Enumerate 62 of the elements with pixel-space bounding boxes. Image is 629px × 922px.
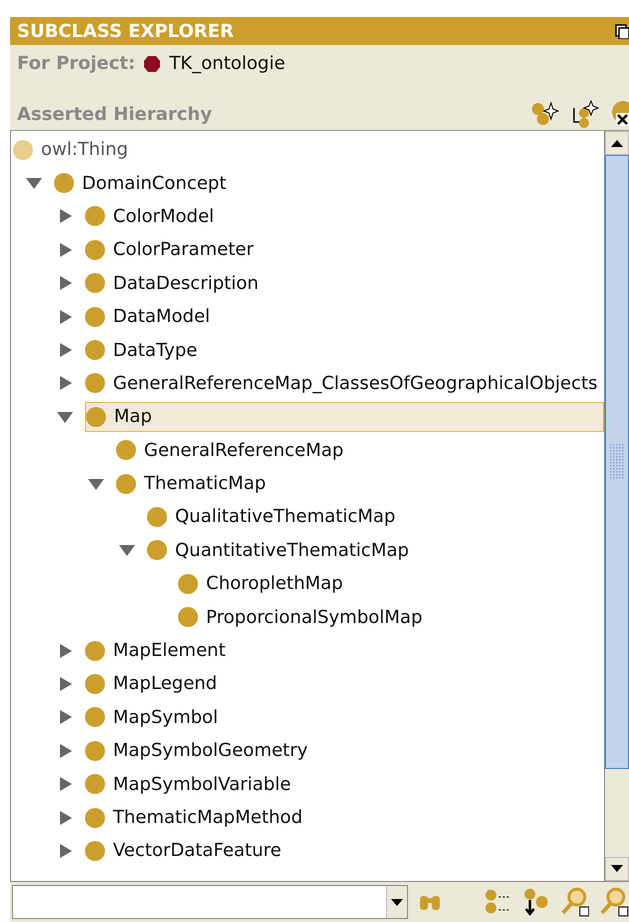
tree-item[interactable]: GeneralReferenceMap [116,435,604,466]
search-field[interactable] [12,885,408,919]
dropdown-arrow-icon[interactable] [391,898,404,906]
class-icon [54,173,74,194]
tree-item[interactable]: DataModel [85,302,604,332]
scroll-thumb[interactable] [605,155,629,769]
tree-item[interactable]: ColorParameter [85,234,604,265]
scroll-down-button[interactable] [605,857,629,881]
class-icon [85,674,105,694]
class-icon [116,440,136,460]
class-icon [85,340,105,360]
class-icon [85,707,105,728]
tree-item[interactable]: MapLegend [85,668,604,699]
tree-item[interactable]: ColorModel [85,201,604,232]
class-icon [85,306,105,327]
add-subclass-icon[interactable] [531,101,559,127]
class-icon [85,640,105,661]
tree-item[interactable]: MapSymbol [85,702,604,732]
tree-item[interactable]: VectorDataFeature [85,836,604,866]
tree-item[interactable]: DataDescription [85,268,604,298]
title-bar: SUBCLASS EXPLORER [10,17,629,45]
project-name: TK_ontologie [169,53,286,74]
collapse-arrow-icon[interactable] [116,542,138,558]
tree-item[interactable]: MapElement [85,636,604,666]
tree-item[interactable]: ThematicMap [116,468,604,499]
tree-item[interactable]: QuantitativeThematicMap [147,535,604,566]
class-icon [178,607,198,628]
tree-item[interactable]: QualitativeThematicMap [147,502,604,532]
class-icon [147,506,167,527]
tree-item[interactable]: MapSymbolVariable [85,769,604,800]
class-icon [147,540,167,560]
tree-item[interactable]: ProporcionalSymbolMap [178,602,604,632]
class-icon [85,774,105,794]
class-icon [178,574,198,594]
window-icon[interactable] [615,23,629,39]
delete-class-icon[interactable] [611,100,629,128]
tree-item-selected[interactable]: Map [85,402,604,432]
collapse-arrow-icon[interactable] [23,175,45,192]
class-icon [85,740,105,761]
up-arrow-icon [611,139,623,147]
tree-item[interactable]: ChoroplethMap [178,568,604,599]
class-icon [85,273,105,294]
tree-item[interactable]: owl:Thing [13,134,604,165]
class-icon [85,808,105,828]
class-icon [86,406,106,427]
class-icon [85,206,105,226]
class-icon [85,373,105,394]
project-label: For Project: [17,53,136,74]
tree-item[interactable]: ThematicMapMethod [85,802,604,832]
move-down-class-icon[interactable] [522,888,550,916]
class-icon [116,474,136,494]
class-icon [85,840,105,861]
tree-item[interactable]: DomainConcept [54,168,604,198]
down-arrow-icon [611,865,623,873]
class-icon [85,240,105,260]
tree-item[interactable]: DataType [85,335,604,366]
tree-item[interactable]: MapSymbolGeometry [85,736,604,766]
add-sibling-icon[interactable] [571,100,599,128]
scroll-up-button[interactable] [605,131,629,155]
project-icon [143,54,162,72]
section-title: Asserted Hierarchy [17,104,212,124]
tree-item[interactable]: GeneralReferenceMap_ClassesOfGeographicalObjects [85,368,604,398]
